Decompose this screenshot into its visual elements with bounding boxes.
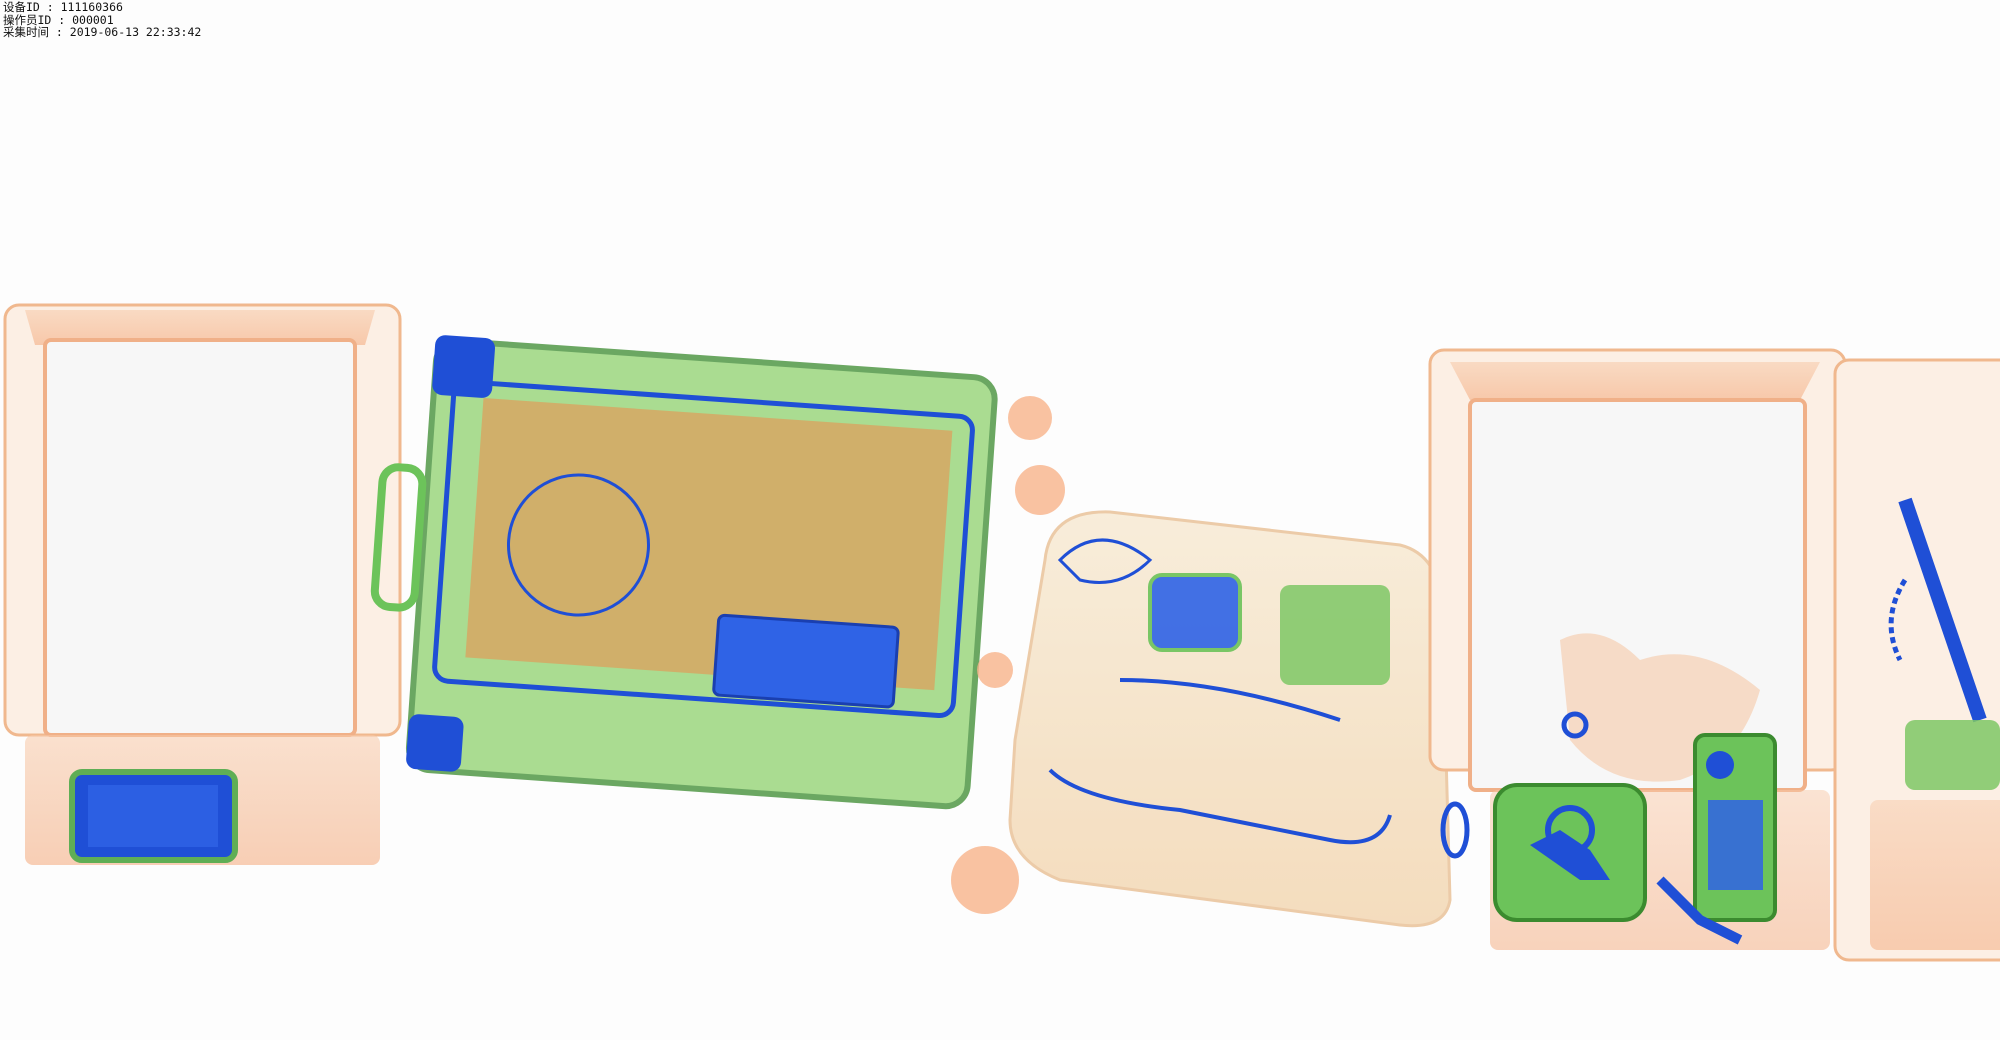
- tray-3-partial: [1833, 358, 2000, 962]
- bag-with-cables: [1008, 510, 1470, 928]
- tray-2-rim: [1450, 362, 1820, 400]
- tray-1-with-tablet: [3, 303, 402, 865]
- tray-2-with-keys-and-phone: [1428, 348, 1847, 950]
- tablet-screen: [88, 785, 218, 847]
- bag-device-green: [1280, 585, 1390, 685]
- device-id-text: 设备ID : 111160366: [3, 0, 123, 14]
- phone-camera: [1706, 751, 1734, 779]
- scan-info-overlay: 设备ID : 111160366 操作员ID : 000001 采集时间 : 2…: [3, 1, 201, 39]
- tray-1-floor: [43, 338, 357, 737]
- capture-time-text: 采集时间 : 2019-06-13 22:33:42: [3, 25, 202, 40]
- tray-3-item-green: [1905, 720, 2000, 790]
- xray-scan-image: [3, 303, 2000, 962]
- bag-pouch-blue: [1148, 573, 1242, 652]
- phone-board: [1708, 800, 1763, 890]
- suitcase: [370, 335, 998, 810]
- suitcase-corner-bl: [406, 714, 464, 772]
- suitcase-corner-tl: [432, 335, 496, 398]
- suitcase-battery-block: [712, 613, 900, 709]
- tray-3-band: [1870, 800, 2000, 950]
